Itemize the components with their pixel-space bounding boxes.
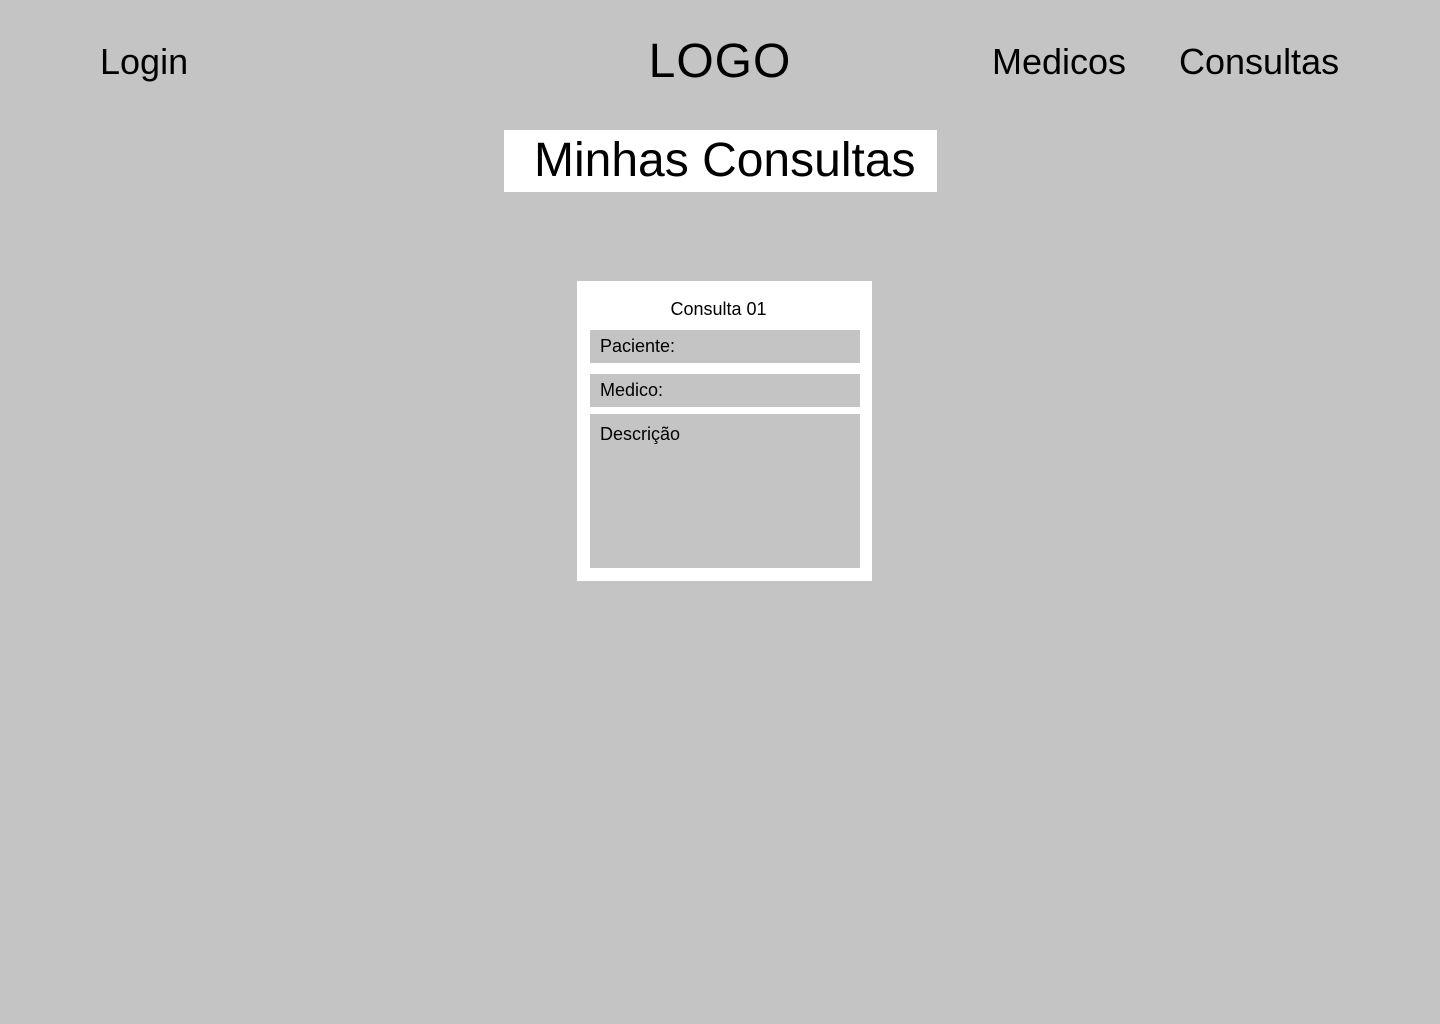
consulta-card: Consulta 01 Paciente: Medico: Descrição	[577, 281, 872, 581]
page-title-box: Minhas Consultas	[504, 130, 937, 192]
paciente-field[interactable]: Paciente:	[590, 330, 860, 363]
medico-field[interactable]: Medico:	[590, 374, 860, 407]
descricao-label: Descrição	[600, 424, 681, 444]
page-title: Minhas Consultas	[534, 134, 916, 187]
consulta-card-title: Consulta 01	[670, 299, 767, 319]
nav-link-consultas[interactable]: Consultas	[1179, 40, 1339, 84]
medico-label: Medico:	[600, 380, 664, 400]
descricao-field[interactable]: Descrição	[590, 414, 860, 568]
paciente-label: Paciente:	[600, 336, 676, 356]
nav-link-medicos[interactable]: Medicos	[992, 40, 1126, 84]
